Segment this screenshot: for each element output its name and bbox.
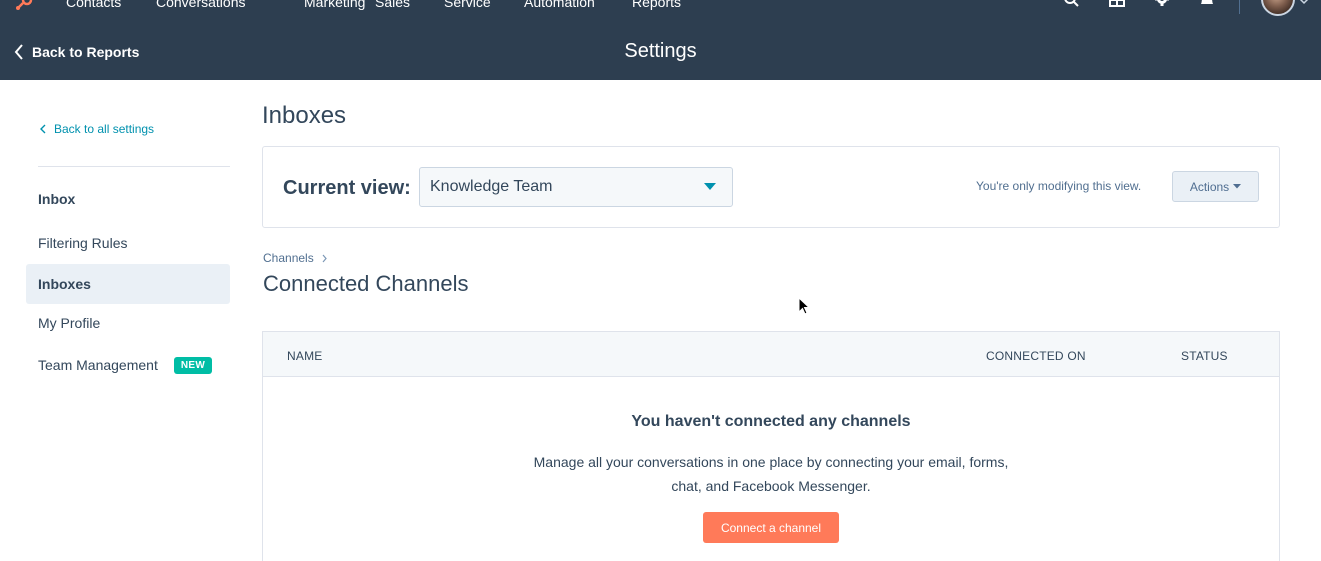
current-view-select[interactable]: Knowledge Team bbox=[419, 167, 733, 207]
user-avatar[interactable] bbox=[1261, 0, 1295, 16]
chevron-left-icon bbox=[40, 124, 46, 134]
view-note: You're only modifying this view. bbox=[976, 179, 1142, 193]
mouse-cursor-icon bbox=[798, 297, 810, 315]
search-icon[interactable] bbox=[1063, 0, 1081, 10]
notifications-bell-icon[interactable] bbox=[1198, 0, 1216, 10]
sidebar-item-filtering-rules[interactable]: Filtering Rules bbox=[26, 223, 230, 263]
nav-sales[interactable]: Sales bbox=[375, 0, 410, 10]
sidebar-section-heading: Inbox bbox=[38, 191, 76, 207]
sidebar-item-label: Filtering Rules bbox=[38, 235, 128, 251]
empty-state-description: Manage all your conversations in one pla… bbox=[533, 454, 1009, 494]
sidebar-divider bbox=[38, 166, 230, 167]
new-badge: NEW bbox=[173, 356, 213, 374]
nav-contacts[interactable]: Contacts bbox=[66, 0, 121, 10]
actions-label: Actions bbox=[1189, 179, 1230, 194]
nav-marketing[interactable]: Marketing bbox=[304, 0, 365, 10]
page-header-title: Settings bbox=[624, 40, 697, 62]
nav-automation[interactable]: Automation bbox=[524, 0, 595, 10]
table-header: NAME CONNECTED ON STATUS bbox=[263, 332, 1279, 377]
chevron-down-icon[interactable] bbox=[1299, 0, 1309, 6]
current-view-card: Current view: Knowledge Team You're only… bbox=[262, 146, 1280, 228]
top-navigation: Contacts Conversations Marketing Sales S… bbox=[0, 0, 1321, 24]
current-view-label: Current view: bbox=[283, 177, 411, 199]
gear-icon[interactable] bbox=[1153, 0, 1171, 10]
caret-down-icon bbox=[704, 183, 716, 190]
current-view-value: Knowledge Team bbox=[430, 178, 553, 195]
back-to-all-settings-link[interactable]: Back to all settings bbox=[40, 122, 154, 136]
hubspot-logo-icon[interactable] bbox=[14, 0, 36, 10]
column-header-status[interactable]: STATUS bbox=[1181, 349, 1228, 363]
sidebar-item-my-profile[interactable]: My Profile bbox=[26, 303, 230, 343]
marketplace-icon[interactable] bbox=[1108, 0, 1126, 10]
sidebar-item-label: Team Management bbox=[38, 357, 158, 373]
chevron-right-icon bbox=[322, 254, 327, 262]
caret-down-icon bbox=[1233, 184, 1242, 189]
sidebar-item-label: Inboxes bbox=[38, 276, 91, 292]
channels-table: NAME CONNECTED ON STATUS You haven't con… bbox=[262, 331, 1280, 561]
breadcrumb: Channels bbox=[263, 251, 327, 265]
nav-conversations[interactable]: Conversations bbox=[156, 0, 246, 10]
nav-service[interactable]: Service bbox=[444, 0, 491, 10]
sidebar-item-inboxes[interactable]: Inboxes bbox=[26, 264, 230, 304]
actions-button[interactable]: Actions bbox=[1172, 171, 1259, 202]
section-title: Connected Channels bbox=[263, 271, 469, 296]
column-header-connected-on[interactable]: CONNECTED ON bbox=[986, 349, 1086, 363]
column-header-name[interactable]: NAME bbox=[287, 349, 322, 363]
breadcrumb-channels[interactable]: Channels bbox=[263, 251, 314, 265]
page-title: Inboxes bbox=[262, 102, 347, 129]
nav-divider bbox=[1239, 0, 1240, 14]
back-to-all-settings-label: Back to all settings bbox=[54, 122, 155, 136]
sidebar-item-label: My Profile bbox=[38, 315, 101, 331]
sidebar-item-team-management[interactable]: Team Management NEW bbox=[26, 345, 230, 385]
connect-channel-button[interactable]: Connect a channel bbox=[703, 512, 839, 543]
settings-header: Back to Reports Settings bbox=[0, 24, 1321, 80]
empty-state-title: You haven't connected any channels bbox=[631, 413, 911, 430]
nav-reports[interactable]: Reports bbox=[632, 0, 681, 10]
